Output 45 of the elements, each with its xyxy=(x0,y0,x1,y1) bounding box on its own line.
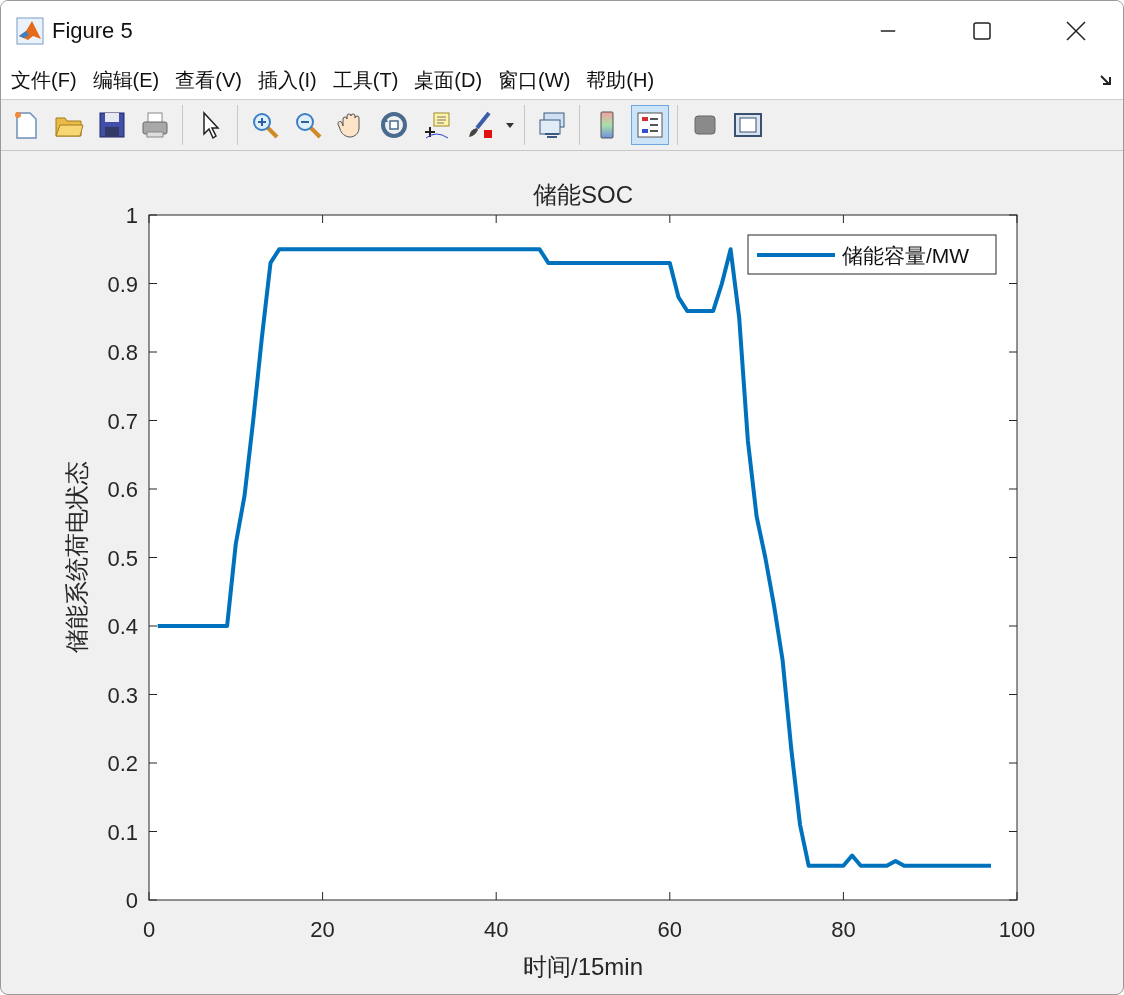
window-title: Figure 5 xyxy=(52,18,133,44)
caret-icon xyxy=(506,122,514,128)
zoom-out-icon xyxy=(293,110,323,140)
y-tick-label: 0.3 xyxy=(107,682,138,708)
legend-icon xyxy=(635,110,665,140)
y-tick-label: 0 xyxy=(125,888,138,913)
rotate-icon xyxy=(379,110,409,140)
app-logo-icon xyxy=(16,17,44,45)
menu-item[interactable]: 插入(I) xyxy=(257,66,317,94)
legend-button[interactable] xyxy=(631,105,669,145)
dock-arrow-icon[interactable] xyxy=(1099,73,1113,87)
y-tick-label: 0.4 xyxy=(107,614,138,639)
y-tick-label: 0.6 xyxy=(107,477,138,502)
menu-item[interactable]: 窗口(W) xyxy=(498,66,571,94)
menu-item[interactable]: 桌面(D) xyxy=(414,66,483,94)
close-icon xyxy=(1065,20,1087,42)
menu-item[interactable]: 编辑(E) xyxy=(92,66,160,94)
x-tick-label: 40 xyxy=(483,917,509,942)
y-tick-label: 0.2 xyxy=(107,751,138,776)
y-tick-label: 0.7 xyxy=(107,408,138,434)
menu-item[interactable]: 文件(F) xyxy=(11,66,77,94)
x-tick-label: 0 xyxy=(142,917,156,942)
y-axis-label: 储能系统荷电状态 xyxy=(63,461,90,653)
menu-item[interactable]: 查看(V) xyxy=(175,66,242,94)
printer-icon xyxy=(140,110,170,140)
y-tick-label: 0.9 xyxy=(107,271,138,297)
legend-label: 储能容量/MW xyxy=(842,244,970,267)
data-tip-icon xyxy=(422,110,452,140)
zoom-in-icon xyxy=(250,110,280,140)
x-axis-label: 时间/15min xyxy=(523,953,643,980)
x-tick-label: 60 xyxy=(657,917,683,942)
menu-item[interactable]: 工具(T) xyxy=(332,66,399,94)
framed-window-icon xyxy=(733,110,763,140)
chart-title: 储能SOC xyxy=(533,181,633,208)
x-tick-label: 80 xyxy=(831,917,856,942)
y-tick-label: 0.5 xyxy=(107,545,138,571)
y-tick-label: 0.8 xyxy=(107,340,138,365)
y-tick-label: 0.1 xyxy=(107,819,138,845)
menu-item[interactable]: 帮助(H) xyxy=(586,66,655,94)
y-tick-label: 1 xyxy=(125,203,138,228)
x-tick-label: 20 xyxy=(310,917,335,942)
x-tick-label: 100 xyxy=(998,917,1036,942)
linked-windows-icon xyxy=(537,110,567,140)
maximize-icon xyxy=(972,21,992,41)
minimize-icon xyxy=(879,30,897,32)
